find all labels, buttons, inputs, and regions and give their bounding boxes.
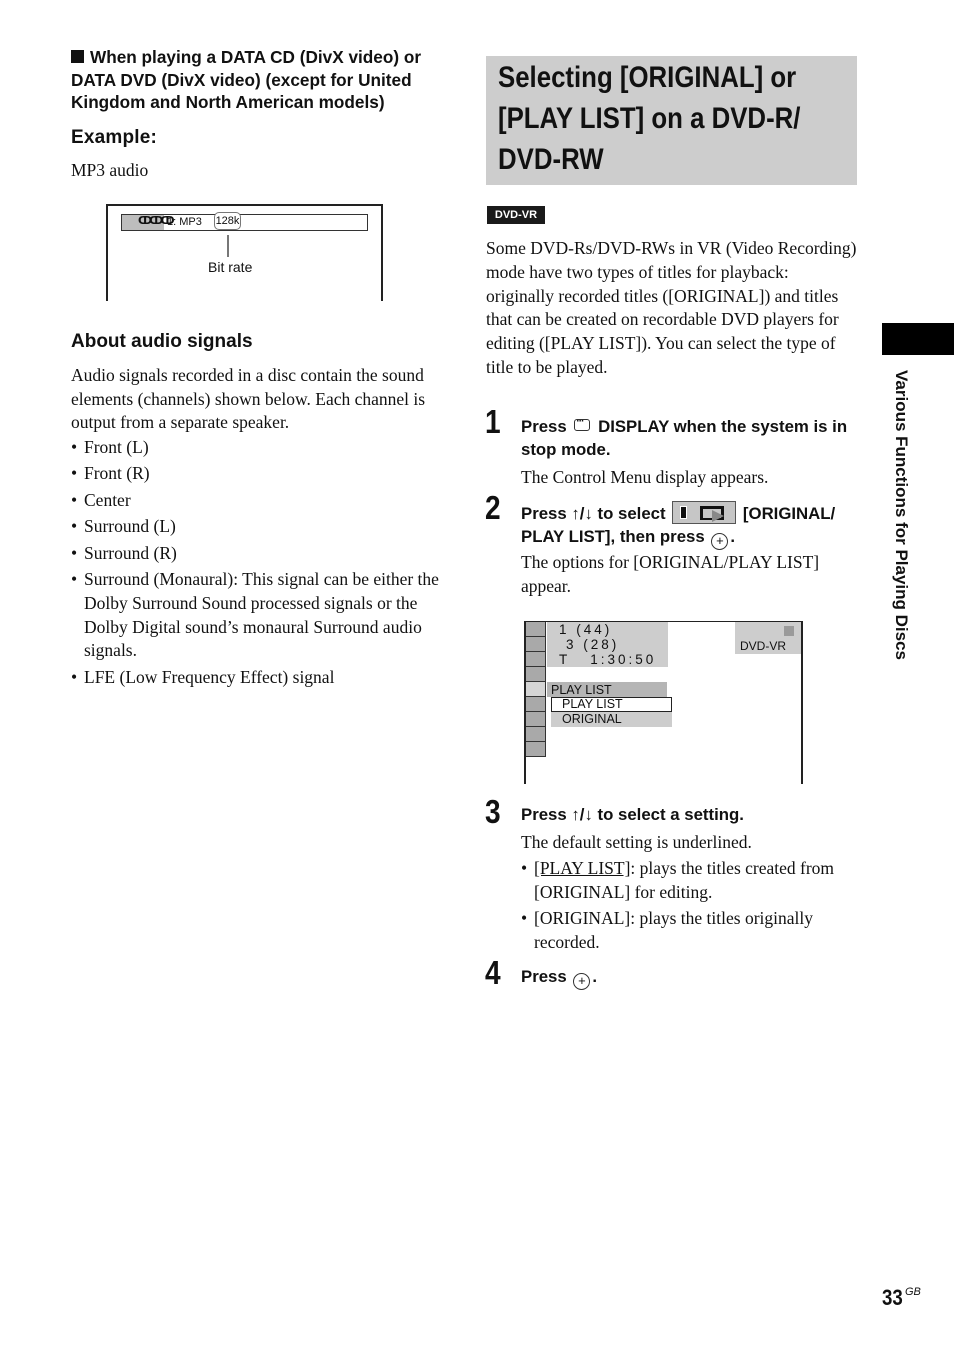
callout-line [227, 235, 229, 257]
step-1-instruction: Press DISPLAY when the system is in stop… [521, 411, 861, 461]
heading-text: When playing a DATA CD (DivX video) or D… [71, 47, 422, 112]
example-caption: MP3 audio [71, 160, 149, 180]
menu-icon-slot [526, 712, 546, 727]
chapter-tab-marker [882, 323, 954, 355]
disc-type-label: DVD-VR [740, 639, 787, 653]
display-icon [574, 411, 591, 434]
menu-icon-slot-selected [526, 682, 546, 697]
osd-title-line: 1 (44) [559, 622, 613, 637]
list-item: Surround (Monaural): This signal can be … [71, 568, 446, 663]
option-name-default: [PLAY LIST] [534, 858, 631, 878]
enter-button-icon: + [711, 532, 729, 550]
page-title: Selecting [ORIGINAL] or [PLAY LIST] on a… [498, 61, 801, 176]
chapter-tab-label: Various Functions for Playing Discs [892, 370, 911, 661]
dvd-vr-badge: DVD-VR [487, 206, 545, 224]
step-number-3: 3 [485, 793, 501, 830]
step-number-2: 2 [485, 489, 501, 526]
mp3-osd-illustration: ↀↀↀ 1: MP3 128k Bit rate [106, 204, 383, 301]
menu-icon-slot [526, 697, 546, 712]
original-play-list-menu-icon [672, 501, 737, 524]
square-bullet-icon [71, 50, 84, 63]
step-text: Press [521, 967, 567, 986]
enter-button-icon: + [573, 973, 591, 990]
step-text: DISPLAY when the system is in stop mode. [521, 417, 848, 459]
section-heading-divx: When playing a DATA CD (DivX video) or D… [71, 46, 451, 114]
list-item: [ORIGINAL]: plays the titles originally … [521, 907, 861, 955]
step-text: Press [521, 417, 567, 436]
menu-icon-slot [526, 652, 546, 667]
list-item: [PLAY LIST]: plays the titles created fr… [521, 857, 861, 905]
step-number-1: 1 [485, 403, 501, 440]
step-text: Press ↑/↓ to select [521, 504, 666, 523]
channel-list: Front (L) Front (R) Center Surround (L) … [71, 436, 446, 692]
control-menu-icon-column [526, 622, 546, 757]
list-item: Center [71, 489, 446, 513]
osd-playback-info: 1 (44) 3 (28) T 1:30:50 [547, 622, 668, 667]
osd-time-line: T 1:30:50 [559, 652, 657, 667]
page-region-suffix: GB [905, 1286, 921, 1298]
osd-option-original: ORIGINAL [551, 712, 672, 727]
menu-icon-slot [526, 622, 546, 637]
step-1-result: The Control Menu display appears. [521, 467, 769, 487]
about-audio-heading: About audio signals [71, 331, 253, 352]
osd-chapter-line: 3 (28) [566, 637, 620, 652]
osd-bit-rate: 128k [214, 212, 241, 230]
osd-disc-type: DVD-VR [735, 622, 801, 654]
example-label: Example: [71, 127, 158, 148]
page-number: 33 [882, 1285, 903, 1310]
osd-option-play-list: PLAY LIST [551, 697, 672, 712]
step-text: . [730, 526, 736, 546]
list-item: Front (R) [71, 462, 446, 486]
chapter-tab: Various Functions for Playing Discs [883, 370, 923, 730]
intro-paragraph: Some DVD-Rs/DVD-RWs in VR (Video Recordi… [486, 238, 857, 377]
step-text: . [592, 967, 598, 986]
menu-icon-slot [526, 667, 546, 682]
step-3-result: The default setting is underlined. [521, 832, 752, 852]
menu-icon-slot [526, 637, 546, 652]
list-item: LFE (Low Frequency Effect) signal [71, 666, 446, 690]
osd-track: 1: MP3 [167, 216, 202, 228]
step-4-instruction: Press +. [521, 966, 861, 990]
step-number-4: 4 [485, 954, 501, 991]
step-2-result: The options for [ORIGINAL/PLAY LIST] app… [521, 552, 820, 596]
bit-rate-callout: Bit rate [208, 259, 253, 275]
list-item: Front (L) [71, 436, 446, 460]
disc-indicator-icon [784, 626, 794, 636]
menu-icon-slot [526, 742, 546, 757]
osd-status-bar: ↀↀↀ 1: MP3 128k [121, 212, 368, 231]
about-audio-paragraph: Audio signals recorded in a disc contain… [71, 365, 426, 432]
menu-icon-slot [526, 727, 546, 742]
list-item: Surround (R) [71, 542, 446, 566]
setting-options-list: [PLAY LIST]: plays the titles created fr… [521, 857, 861, 957]
step-3-instruction: Press ↑/↓ to select a setting. [521, 805, 744, 824]
option-name: [ORIGINAL] [534, 908, 631, 929]
osd-menu-title: PLAY LIST [547, 682, 667, 697]
control-menu-osd-illustration: 1 (44) 3 (28) T 1:30:50 DVD-VR PLAY LIST… [524, 621, 803, 784]
list-item: Surround (L) [71, 515, 446, 539]
step-2-instruction: Press ↑/↓ to select [ORIGINAL/ PLAY LIST… [521, 501, 861, 550]
